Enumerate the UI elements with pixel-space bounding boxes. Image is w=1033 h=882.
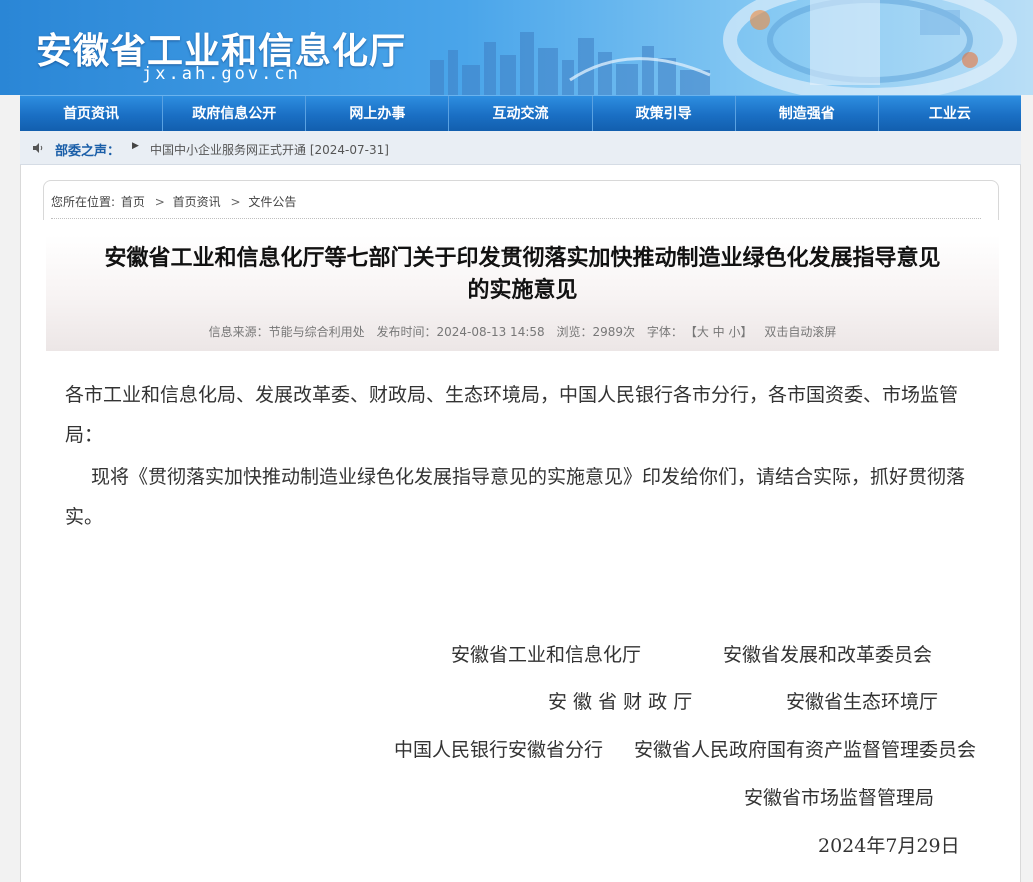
meta-source: 信息来源：节能与综合利用处: [208, 325, 365, 339]
article-body: 各市工业和信息化局、发展改革委、财政局、生态环境局，中国人民银行各市分行，各市国…: [65, 375, 985, 537]
nav-item-manufacturing[interactable]: 制造强省: [736, 96, 879, 132]
speaker-icon: [33, 143, 43, 153]
notice-label: 部委之声：: [55, 144, 121, 159]
breadcrumb-prefix: 您所在位置:: [51, 195, 116, 209]
page-title: 安徽省工业和信息化厅等七部门关于印发贯彻落实加快推动制造业绿色化发展指导意见 的…: [46, 243, 999, 307]
signature-line: 安 徽 省 财 政 厅: [548, 691, 693, 713]
breadcrumb-home[interactable]: 首页: [121, 195, 145, 209]
header-banner: 安徽省工业和信息化厅 jx.ah.gov.cn: [0, 0, 1033, 95]
bullet-arrow-icon: ▶: [132, 141, 139, 151]
signature-line: 安徽省生态环境厅: [786, 691, 939, 713]
title-line-1: 安徽省工业和信息化厅等七部门关于印发贯彻落实加快推动制造业绿色化发展指导意见: [104, 246, 941, 271]
signature-line: 安徽省工业和信息化厅: [451, 644, 642, 666]
article-container: 您所在位置: 首页 > 首页资讯 > 文件公告 安徽省工业和信息化厅等七部门关于…: [20, 165, 1021, 882]
article-meta: 信息来源：节能与综合利用处 发布时间：2024-08-13 14:58 浏览：2…: [46, 323, 999, 340]
breadcrumb-home-news[interactable]: 首页资讯: [173, 195, 221, 209]
industrial-ring-graphic: [723, 0, 1017, 95]
main-nav: 首页资讯 政府信息公开 网上办事 互动交流 政策引导 制造强省 工业云: [20, 95, 1021, 132]
signature-line: 安徽省人民政府国有资产监督管理委员会: [634, 739, 977, 761]
city-skyline-graphic: [430, 32, 711, 95]
site-domain: jx.ah.gov.cn: [142, 64, 301, 84]
breadcrumb-separator: >: [154, 195, 165, 209]
divider: [51, 218, 981, 219]
meta-views: 浏览：2989次: [556, 325, 636, 339]
article-paragraph: 现将《贯彻落实加快推动制造业绿色化发展指导意见的实施意见》印发给你们，请结合实际…: [65, 466, 966, 528]
signature-line: 安徽省市场监督管理局: [744, 787, 935, 809]
meta-font-label: 字体：: [646, 325, 683, 339]
nav-item-interaction[interactable]: 互动交流: [449, 96, 593, 132]
title-area: 安徽省工业和信息化厅等七部门关于印发贯彻落实加快推动制造业绿色化发展指导意见 的…: [46, 235, 999, 351]
article-paragraph: 各市工业和信息化局、发展改革委、财政局、生态环境局，中国人民银行各市分行，各市国…: [65, 384, 959, 446]
breadcrumb-separator: >: [230, 195, 241, 209]
signature-line: 安徽省发展和改革委员会: [723, 644, 933, 666]
nav-item-online-services[interactable]: 网上办事: [306, 96, 450, 132]
autoscroll-toggle[interactable]: 双击自动滚屏: [764, 325, 836, 339]
notice-link[interactable]: 中国中小企业服务网正式开通 [2024-07-31]: [150, 141, 389, 158]
signature-line: 中国人民银行安徽省分行: [394, 739, 604, 761]
meta-date: 发布时间：2024-08-13 14:58: [376, 325, 545, 339]
breadcrumb-announcements[interactable]: 文件公告: [248, 195, 296, 209]
breadcrumb: 您所在位置: 首页 > 首页资讯 > 文件公告: [51, 193, 298, 210]
nav-item-gov-info[interactable]: 政府信息公开: [163, 96, 307, 132]
font-size-switch[interactable]: 【大 中 小】: [691, 325, 753, 339]
notice-bar: 部委之声： ▶ 中国中小企业服务网正式开通 [2024-07-31]: [20, 131, 1021, 165]
signature-date: 2024年7月29日: [818, 835, 960, 857]
title-line-2: 的实施意见: [467, 278, 578, 303]
nav-item-policy[interactable]: 政策引导: [593, 96, 736, 132]
nav-item-home-news[interactable]: 首页资讯: [20, 96, 164, 132]
nav-item-industrial-cloud[interactable]: 工业云: [879, 96, 1021, 132]
